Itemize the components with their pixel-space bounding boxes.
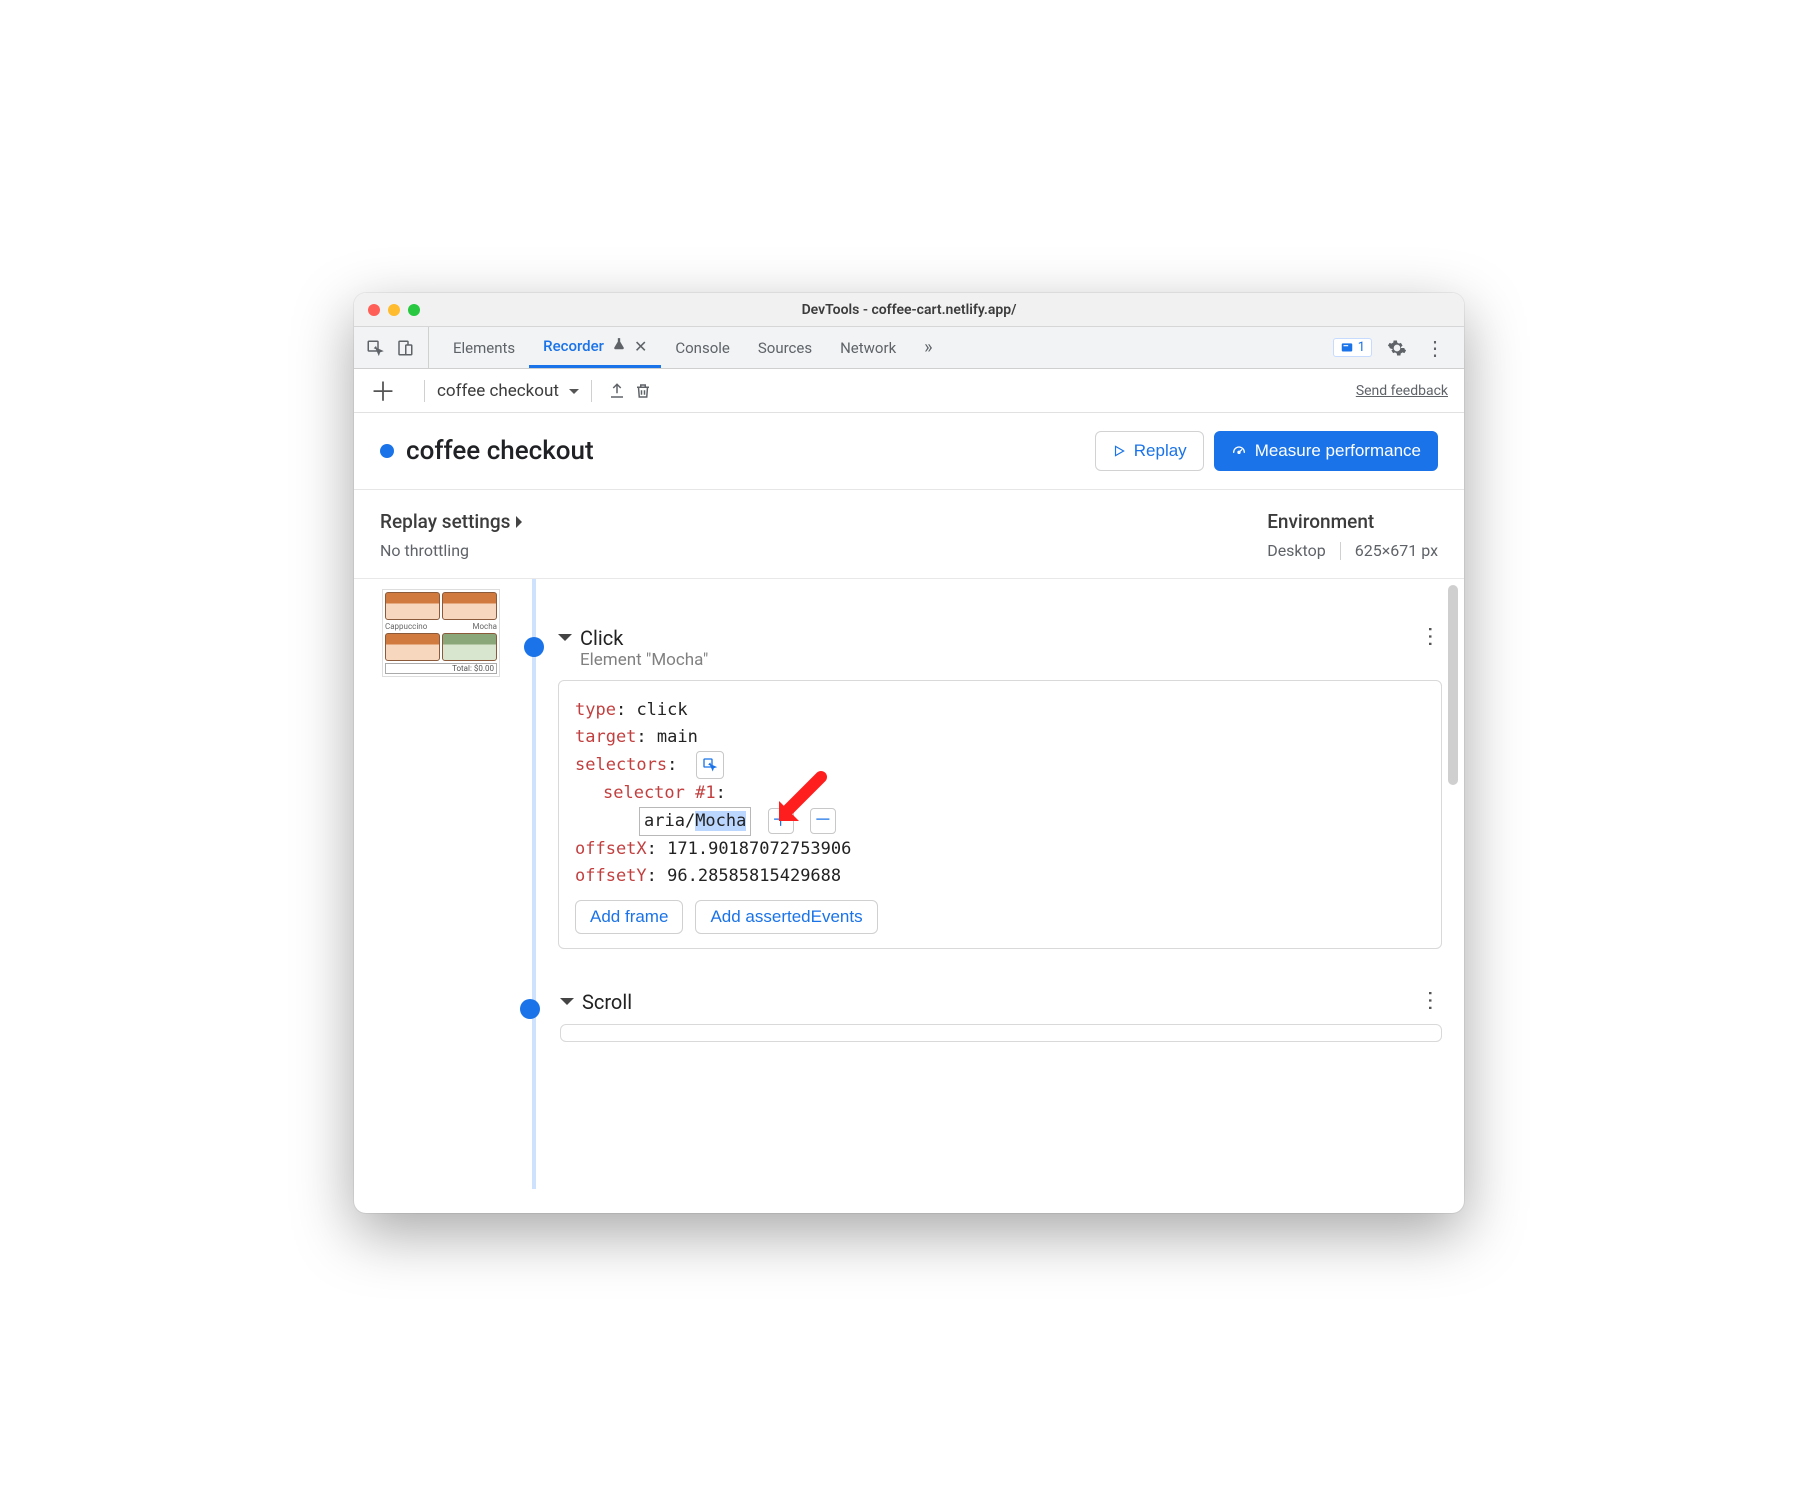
issues-icon bbox=[1340, 341, 1354, 355]
add-frame-button[interactable]: Add frame bbox=[575, 900, 683, 934]
thumb-label: Mocha bbox=[473, 622, 498, 631]
new-recording-icon[interactable]: ＋ bbox=[370, 372, 396, 409]
selector-highlight: Mocha bbox=[695, 811, 746, 831]
more-menu-icon[interactable]: ⋮ bbox=[1422, 335, 1448, 361]
minimize-window-icon[interactable] bbox=[388, 304, 400, 316]
chevron-down-icon[interactable] bbox=[560, 998, 574, 1012]
tab-label: Console bbox=[675, 339, 730, 357]
chevron-double-right-icon: » bbox=[924, 337, 932, 358]
add-selector-button[interactable]: ＋ bbox=[768, 808, 794, 834]
tab-elements[interactable]: Elements bbox=[439, 327, 529, 368]
chevron-down-icon[interactable] bbox=[558, 634, 572, 648]
scrollbar-thumb[interactable] bbox=[1448, 585, 1458, 785]
tab-label: Elements bbox=[453, 339, 515, 357]
titlebar: DevTools - coffee-cart.netlify.app/ bbox=[354, 293, 1464, 327]
prop-val: click bbox=[636, 700, 687, 720]
prop-key: target bbox=[575, 727, 636, 747]
step-subtitle: Element "Mocha" bbox=[580, 650, 1442, 670]
tab-label: Sources bbox=[758, 339, 812, 357]
prop-val: main bbox=[657, 727, 698, 747]
throttling-value: No throttling bbox=[380, 541, 528, 560]
replay-settings-toggle[interactable]: Replay settings bbox=[380, 510, 528, 533]
recording-title: coffee checkout bbox=[406, 436, 594, 466]
prop-key: selectors bbox=[575, 755, 667, 775]
chevron-right-icon bbox=[516, 516, 528, 528]
settings-row: Replay settings No throttling Environmen… bbox=[354, 490, 1464, 579]
remove-selector-button[interactable]: － bbox=[810, 808, 836, 834]
step-thumbnail: Cappuccino Mocha Total: $0.00 bbox=[382, 589, 500, 677]
step-click: Cappuccino Mocha Total: $0.00 Click ⋯ bbox=[382, 589, 1442, 949]
tab-overflow[interactable]: » bbox=[910, 327, 946, 368]
thumb-total: Total: $0.00 bbox=[385, 663, 497, 674]
step-card-collapsed bbox=[560, 1024, 1442, 1042]
timeline-dot bbox=[524, 637, 544, 657]
inspect-element-icon[interactable] bbox=[362, 335, 388, 361]
timeline-dot bbox=[520, 999, 540, 1019]
device-toolbar-icon[interactable] bbox=[392, 335, 418, 361]
scrollbar[interactable] bbox=[1448, 585, 1458, 1207]
prop-key: offsetY bbox=[575, 866, 647, 886]
env-dimensions: 625×671 px bbox=[1355, 541, 1438, 560]
recorder-toolbar: ＋ coffee checkout Send feedback bbox=[354, 369, 1464, 413]
selector-prefix: aria/ bbox=[644, 811, 695, 831]
window-title: DevTools - coffee-cart.netlify.app/ bbox=[354, 302, 1464, 318]
recording-status-dot bbox=[380, 444, 394, 458]
gauge-icon bbox=[1231, 443, 1247, 459]
devtools-tabbar: Elements Recorder ✕ Console Sources Netw… bbox=[354, 327, 1464, 369]
measure-performance-button[interactable]: Measure performance bbox=[1214, 431, 1438, 471]
selector-input[interactable]: aria/Mocha bbox=[639, 807, 751, 836]
devtools-window: DevTools - coffee-cart.netlify.app/ Elem… bbox=[354, 293, 1464, 1213]
prop-val: 171.90187072753906 bbox=[667, 839, 851, 859]
timeline-line bbox=[532, 579, 536, 1189]
step-card: type: click target: main selectors: sele… bbox=[558, 680, 1442, 949]
delete-icon[interactable] bbox=[630, 378, 656, 404]
pick-selector-icon[interactable] bbox=[696, 751, 724, 779]
tab-recorder[interactable]: Recorder ✕ bbox=[529, 327, 661, 368]
step-menu-icon[interactable]: ⋯ bbox=[1418, 990, 1443, 1014]
recording-dropdown[interactable]: coffee checkout bbox=[437, 381, 579, 401]
step-title: Click bbox=[580, 626, 623, 650]
flask-icon bbox=[612, 337, 626, 355]
replay-button[interactable]: Replay bbox=[1095, 431, 1204, 471]
prop-key: type bbox=[575, 700, 616, 720]
button-label: Measure performance bbox=[1255, 441, 1421, 461]
send-feedback-link[interactable]: Send feedback bbox=[1356, 383, 1448, 399]
close-window-icon[interactable] bbox=[368, 304, 380, 316]
issues-count: 1 bbox=[1358, 340, 1365, 355]
recording-header: coffee checkout Replay Measure performan… bbox=[354, 413, 1464, 490]
thumb-label: Cappuccino bbox=[385, 622, 427, 631]
tab-network[interactable]: Network bbox=[826, 327, 910, 368]
tab-console[interactable]: Console bbox=[661, 327, 744, 368]
button-label: Replay bbox=[1134, 441, 1187, 461]
env-device: Desktop bbox=[1267, 541, 1326, 560]
close-icon[interactable]: ✕ bbox=[634, 337, 647, 356]
tab-label: Recorder bbox=[543, 337, 604, 355]
play-icon bbox=[1112, 444, 1126, 458]
traffic-lights bbox=[354, 304, 420, 316]
tab-sources[interactable]: Sources bbox=[744, 327, 826, 368]
step-menu-icon[interactable]: ⋯ bbox=[1418, 626, 1443, 650]
timeline: Cappuccino Mocha Total: $0.00 Click ⋯ bbox=[354, 579, 1464, 1213]
step-title: Scroll bbox=[582, 990, 632, 1014]
environment-label: Environment bbox=[1267, 510, 1438, 533]
timeline-scroll[interactable]: Cappuccino Mocha Total: $0.00 Click ⋯ bbox=[354, 579, 1464, 1213]
add-asserted-events-button[interactable]: Add assertedEvents bbox=[695, 900, 877, 934]
prop-key: offsetX bbox=[575, 839, 647, 859]
export-icon[interactable] bbox=[604, 378, 630, 404]
selector-label: selector #1 bbox=[603, 783, 716, 803]
settings-gear-icon[interactable] bbox=[1384, 335, 1410, 361]
maximize-window-icon[interactable] bbox=[408, 304, 420, 316]
replay-settings-label: Replay settings bbox=[380, 510, 510, 533]
step-scroll: Scroll ⋯ bbox=[382, 989, 1442, 1042]
tab-label: Network bbox=[840, 339, 896, 357]
issues-badge[interactable]: 1 bbox=[1333, 338, 1372, 357]
prop-val: 96.28585815429688 bbox=[667, 866, 841, 886]
